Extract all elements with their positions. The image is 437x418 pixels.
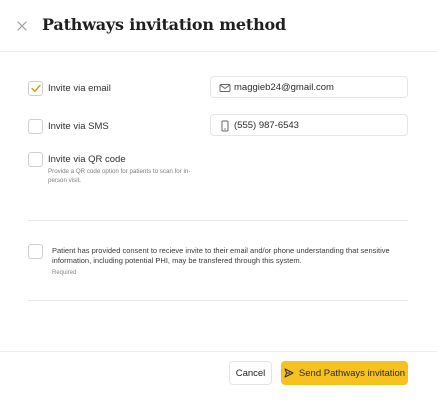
send-invitation-button[interactable]: Send Pathways invitation <box>281 361 408 385</box>
modal-title: Pathways invitation method <box>42 15 286 34</box>
invitation-modal: Pathways invitation method Invite via em… <box>0 0 437 418</box>
sms-option-label: Invite via SMS <box>48 121 109 132</box>
email-option-label: Invite via email <box>48 83 111 94</box>
footer-divider <box>0 351 437 352</box>
send-icon <box>284 368 294 378</box>
mail-icon <box>219 84 231 92</box>
section-divider <box>28 300 408 301</box>
phone-field[interactable] <box>234 117 404 133</box>
cancel-button-label: Cancel <box>235 367 266 379</box>
phone-icon <box>221 120 229 132</box>
phone-field-container <box>210 114 408 136</box>
consent-checkbox[interactable] <box>28 244 43 259</box>
checkmark-icon <box>30 84 41 92</box>
close-button[interactable] <box>12 16 32 36</box>
modal-header: Pathways invitation method <box>0 0 437 52</box>
required-label: Required <box>52 270 77 276</box>
send-button-label: Send Pathways invitation <box>298 367 406 379</box>
email-field-container <box>210 76 408 98</box>
qr-checkbox[interactable] <box>28 152 43 167</box>
email-field[interactable] <box>234 79 404 95</box>
email-checkbox[interactable] <box>28 81 43 96</box>
close-icon <box>17 21 27 31</box>
consent-text: Patient has provided consent to recieve … <box>52 246 390 265</box>
section-divider <box>28 220 408 221</box>
qr-option-label: Invite via QR code <box>48 154 126 165</box>
sms-checkbox[interactable] <box>28 119 43 134</box>
cancel-button[interactable]: Cancel <box>229 361 272 385</box>
qr-help-text: Provide a QR code option for patients to… <box>48 168 191 184</box>
